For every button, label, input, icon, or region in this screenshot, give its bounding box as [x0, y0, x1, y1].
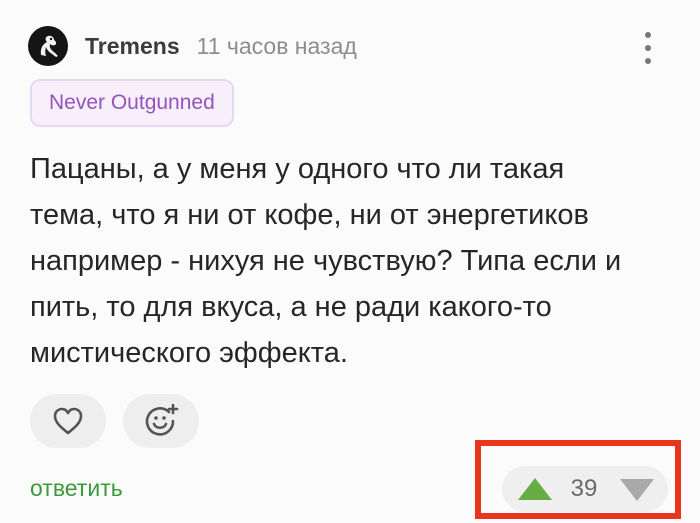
- like-button[interactable]: [30, 394, 106, 448]
- more-options-icon[interactable]: [636, 28, 660, 68]
- more-dot: [645, 58, 651, 64]
- avatar[interactable]: [28, 26, 68, 66]
- avatar-image: [40, 35, 58, 57]
- comment-timestamp: 11 часов назад: [196, 32, 357, 59]
- author-name[interactable]: Tremens: [85, 33, 180, 60]
- heart-icon: [53, 407, 83, 435]
- comment-body: Пацаны, а у меня у одного что ли такая т…: [30, 153, 622, 369]
- add-reaction-button[interactable]: [123, 394, 199, 448]
- reply-link[interactable]: ответить: [30, 475, 123, 502]
- add-emoji-icon: [145, 403, 179, 436]
- community-badge[interactable]: Never Outgunned: [30, 79, 234, 127]
- more-dot: [645, 45, 651, 51]
- comment-header: Tremens 11 часов назад: [28, 26, 357, 66]
- more-dot: [645, 32, 651, 38]
- highlight-frame: [475, 440, 681, 519]
